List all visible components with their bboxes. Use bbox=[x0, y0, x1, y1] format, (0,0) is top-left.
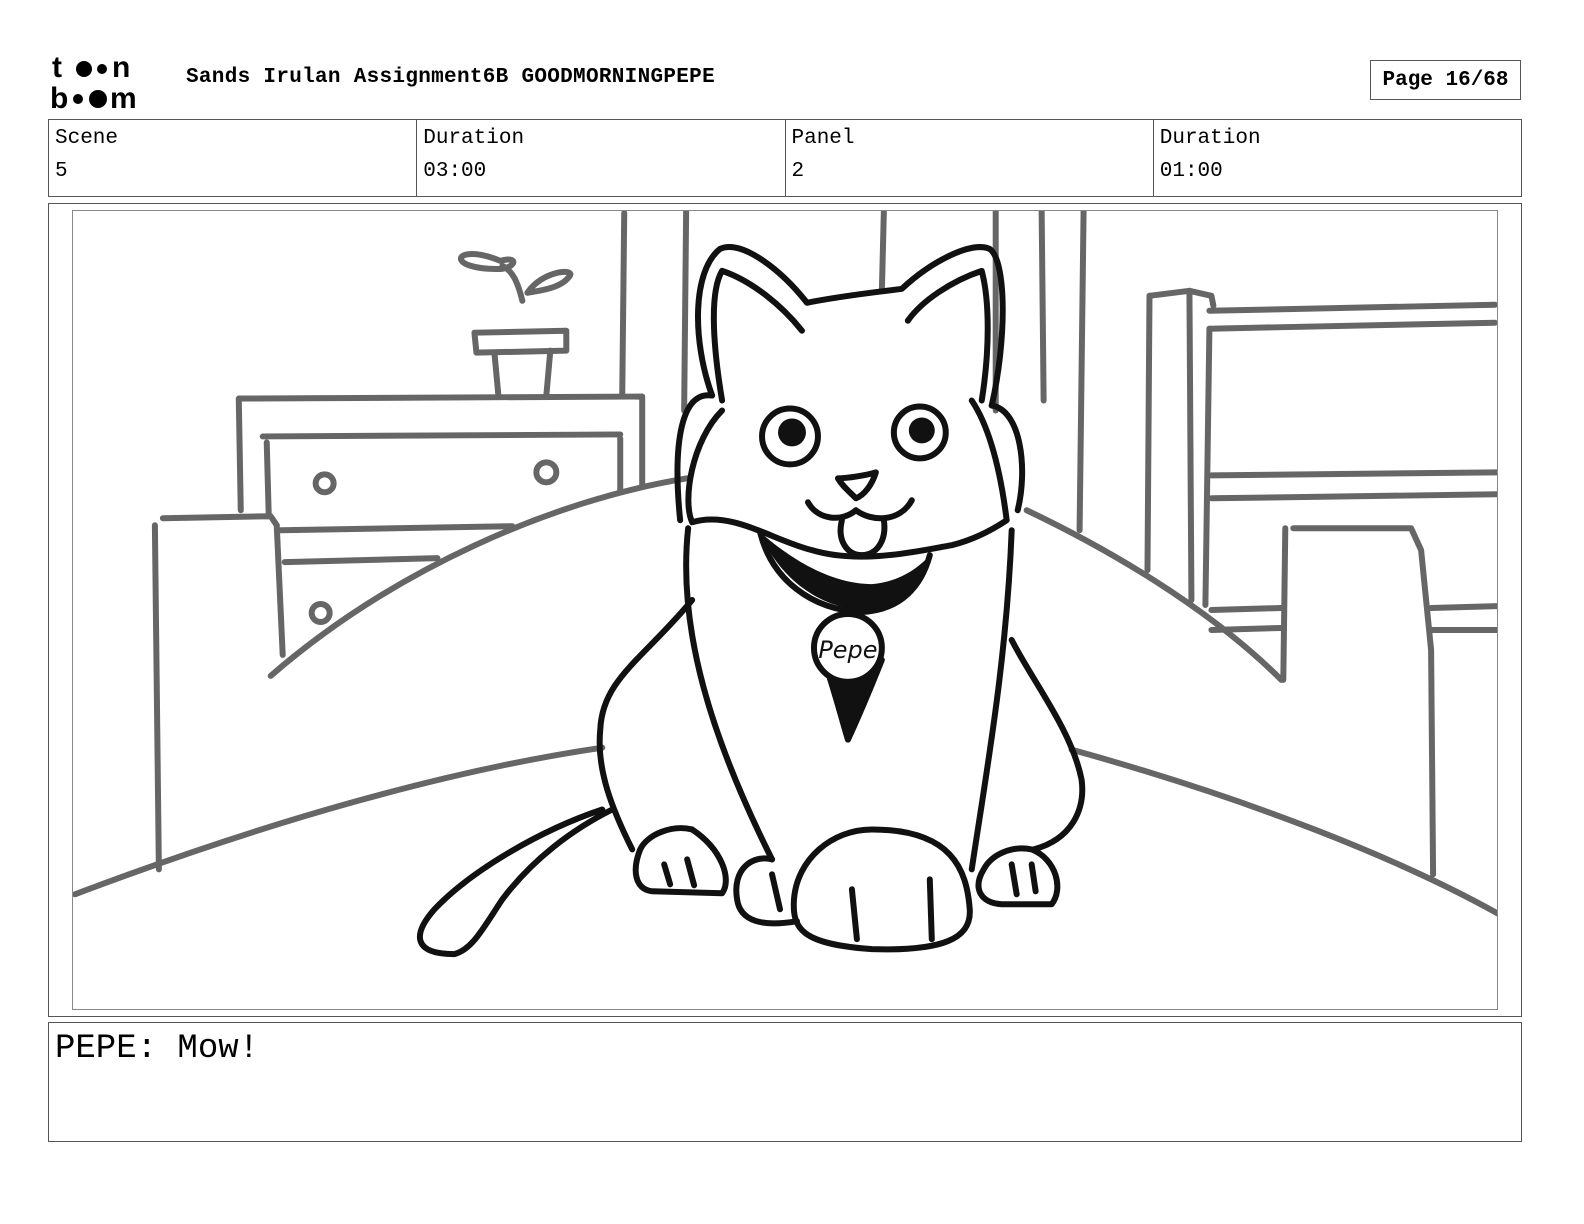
scene-duration-label: Duration bbox=[423, 127, 525, 150]
panel-duration-value: 01:00 bbox=[1159, 160, 1223, 183]
storyboard-panel-drawing: Pepe bbox=[72, 210, 1498, 1010]
panel-value: 2 bbox=[791, 160, 805, 183]
panel-label: Panel bbox=[791, 127, 855, 150]
scene-duration-value: 03:00 bbox=[423, 160, 487, 183]
scene-duration-cell: Duration 03:00 bbox=[417, 120, 786, 196]
dialogue-text: PEPE: Mow! bbox=[55, 1030, 260, 1068]
page-indicator: Page 16/68 bbox=[1370, 60, 1521, 100]
document-title: Sands Irulan Assignment6B GOODMORNINGPEP… bbox=[186, 66, 715, 89]
scene-cell: Scene 5 bbox=[49, 120, 418, 196]
cat-on-bed-sketch: Pepe bbox=[73, 211, 1497, 958]
svg-text:n: n bbox=[112, 51, 130, 84]
panel-duration-label: Duration bbox=[1159, 127, 1261, 150]
collar-tag: Pepe bbox=[810, 610, 885, 685]
panel-duration-cell: Duration 01:00 bbox=[1154, 120, 1521, 196]
scene-value: 5 bbox=[55, 160, 68, 183]
panel-cell: Panel 2 bbox=[786, 120, 1154, 196]
scene-info-table: Scene 5 Duration 03:00 Panel 2 Duration … bbox=[48, 119, 1522, 197]
svg-text:m: m bbox=[110, 82, 137, 112]
toon-boom-logo: t n b m bbox=[50, 50, 165, 115]
collar-tag-text: Pepe bbox=[818, 636, 877, 664]
svg-text:b: b bbox=[50, 82, 68, 112]
scene-label: Scene bbox=[55, 127, 119, 150]
svg-text:t: t bbox=[52, 51, 62, 84]
dialogue-box: PEPE: Mow! bbox=[48, 1022, 1522, 1142]
